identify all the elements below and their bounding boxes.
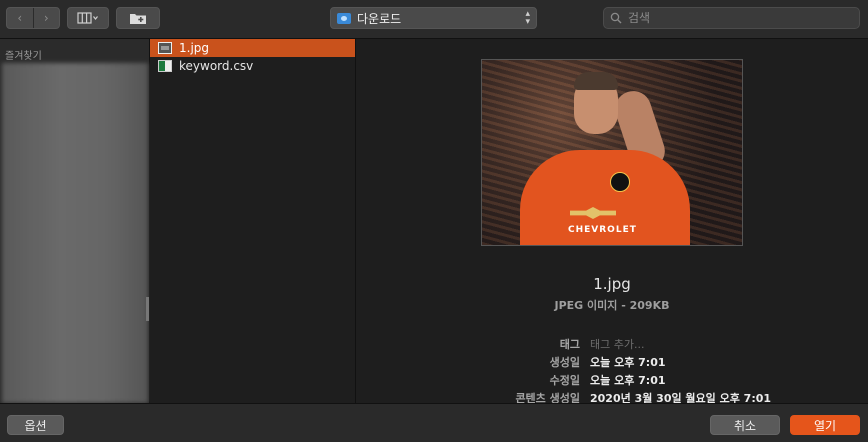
cancel-button[interactable]: 취소 [710, 415, 780, 435]
chevron-left-icon: ‹ [17, 11, 23, 25]
options-button[interactable]: 옵션 [7, 415, 64, 435]
csv-file-icon [158, 60, 172, 72]
tags-input[interactable]: 태그 추가... [590, 336, 644, 352]
up-down-chevron-icon: ▴ ▾ [525, 9, 530, 27]
image-preview: CHEVROLET [481, 59, 743, 246]
meta-label: 태그 [559, 338, 580, 351]
sponsor-text: CHEVROLET [568, 225, 637, 235]
sidebar-blurred-content [2, 63, 148, 403]
bottom-bar: 옵션 취소 열기 [0, 403, 868, 442]
jpg-file-icon [158, 42, 172, 54]
downloads-folder-icon [337, 12, 351, 24]
preview-pane: CHEVROLET 1.jpg JPEG 이미지 - 209KB 태그 태그 추… [356, 39, 868, 405]
meta-label: 생성일 [549, 356, 580, 369]
sidebar-resize-handle[interactable] [146, 297, 149, 321]
preview-filename: 1.jpg [593, 275, 631, 293]
location-label: 다운로드 [357, 11, 402, 26]
photo-hair [574, 72, 618, 90]
preview-kind: JPEG 이미지 - 209KB [554, 299, 670, 312]
new-folder-icon [130, 13, 146, 24]
preview-metadata: 태그 태그 추가... 생성일 오늘 오후 7:01 수정일 오늘 오후 7:0… [356, 335, 868, 407]
search-icon [610, 12, 622, 24]
nav-buttons: ‹ › [6, 7, 60, 29]
meta-value: 오늘 오후 7:01 [590, 356, 666, 369]
file-name: 1.jpg [179, 41, 210, 55]
columns-icon [77, 12, 98, 24]
search-field[interactable] [603, 7, 860, 29]
forward-button[interactable]: › [32, 8, 60, 28]
meta-value: 오늘 오후 7:01 [590, 374, 666, 387]
meta-row-created: 생성일 오늘 오후 7:01 [356, 353, 868, 371]
meta-row-modified: 수정일 오늘 오후 7:01 [356, 371, 868, 389]
meta-row-tags: 태그 태그 추가... [356, 335, 868, 353]
view-mode-button[interactable] [67, 7, 109, 29]
back-button[interactable]: ‹ [7, 8, 33, 28]
search-input[interactable] [626, 10, 850, 26]
toolbar: ‹ › 다운로드 ▴ ▾ [0, 0, 868, 39]
club-crest-icon [610, 172, 630, 192]
file-list: 1.jpg keyword.csv [150, 39, 356, 403]
chevron-right-icon: › [43, 11, 49, 25]
file-row-1-jpg[interactable]: 1.jpg [150, 39, 355, 57]
meta-label: 수정일 [549, 374, 580, 387]
file-name: keyword.csv [179, 59, 254, 73]
open-button[interactable]: 열기 [790, 415, 860, 435]
file-row-keyword-csv[interactable]: keyword.csv [150, 57, 355, 75]
location-popup[interactable]: 다운로드 ▴ ▾ [330, 7, 537, 29]
new-folder-button[interactable] [116, 7, 160, 29]
sidebar-header-favorites: 즐겨찾기 [5, 51, 42, 62]
sidebar: 즐겨찾기 [0, 39, 150, 403]
